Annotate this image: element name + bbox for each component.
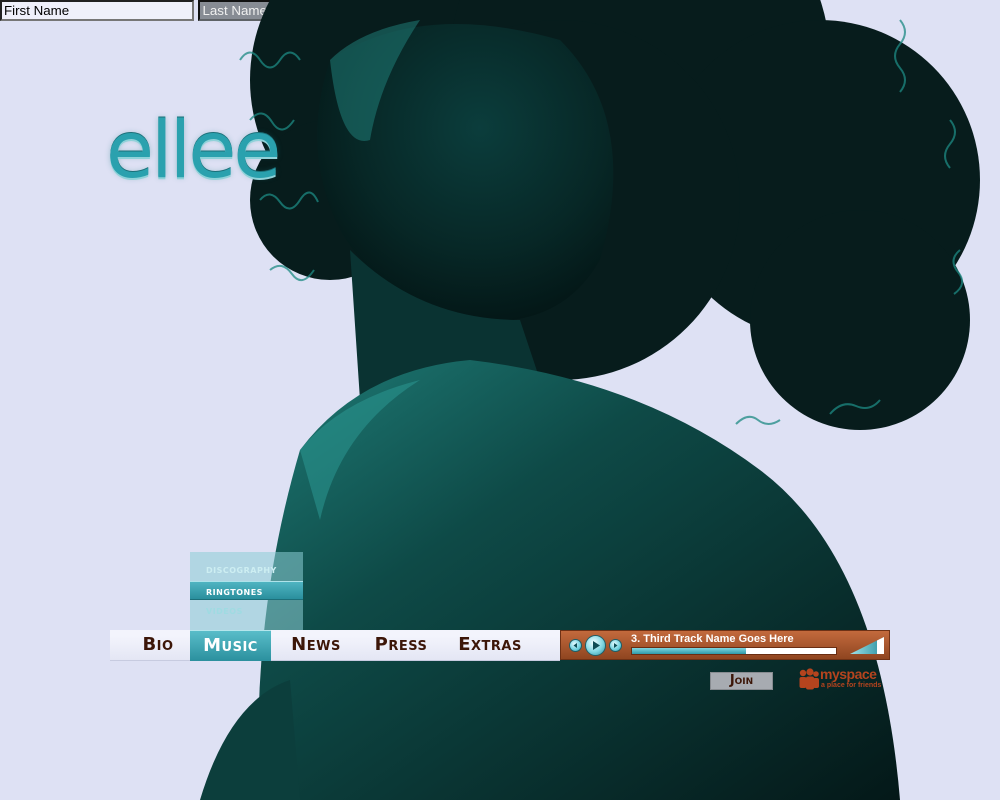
myspace-tagline: a place for friends (821, 682, 882, 689)
myspace-badge[interactable]: myspace a place for friends (798, 666, 890, 694)
nav-item-press[interactable]: Press (368, 630, 434, 660)
join-button[interactable]: Join (710, 672, 773, 690)
play-icon[interactable] (585, 635, 606, 656)
nav-item-extras[interactable]: Extras (455, 630, 525, 660)
submenu-item-discography[interactable]: Discography (190, 560, 303, 579)
music-player: 3. Third Track Name Goes Here (560, 630, 890, 660)
ellee-logo[interactable]: ellee (106, 112, 281, 190)
nav-item-bio[interactable]: Bio (132, 630, 184, 660)
next-icon[interactable] (609, 639, 622, 652)
myspace-wordmark: myspace (820, 666, 877, 682)
nav-item-music[interactable]: Music (190, 630, 271, 661)
progress-fill (632, 648, 747, 654)
nav-item-news[interactable]: News (286, 630, 346, 660)
main-nav: Bio Music News Press Extras (110, 630, 560, 661)
myspace-people-icon (799, 668, 819, 690)
submenu-item-videos[interactable]: Videos (190, 601, 303, 620)
track-title: 3. Third Track Name Goes Here (631, 633, 794, 645)
prev-icon[interactable] (569, 639, 582, 652)
progress-bar[interactable] (631, 647, 837, 655)
submenu-item-ringtones[interactable]: Ringtones (190, 581, 303, 600)
music-submenu: Discography Ringtones Videos (190, 552, 303, 630)
volume-icon[interactable] (849, 636, 885, 655)
